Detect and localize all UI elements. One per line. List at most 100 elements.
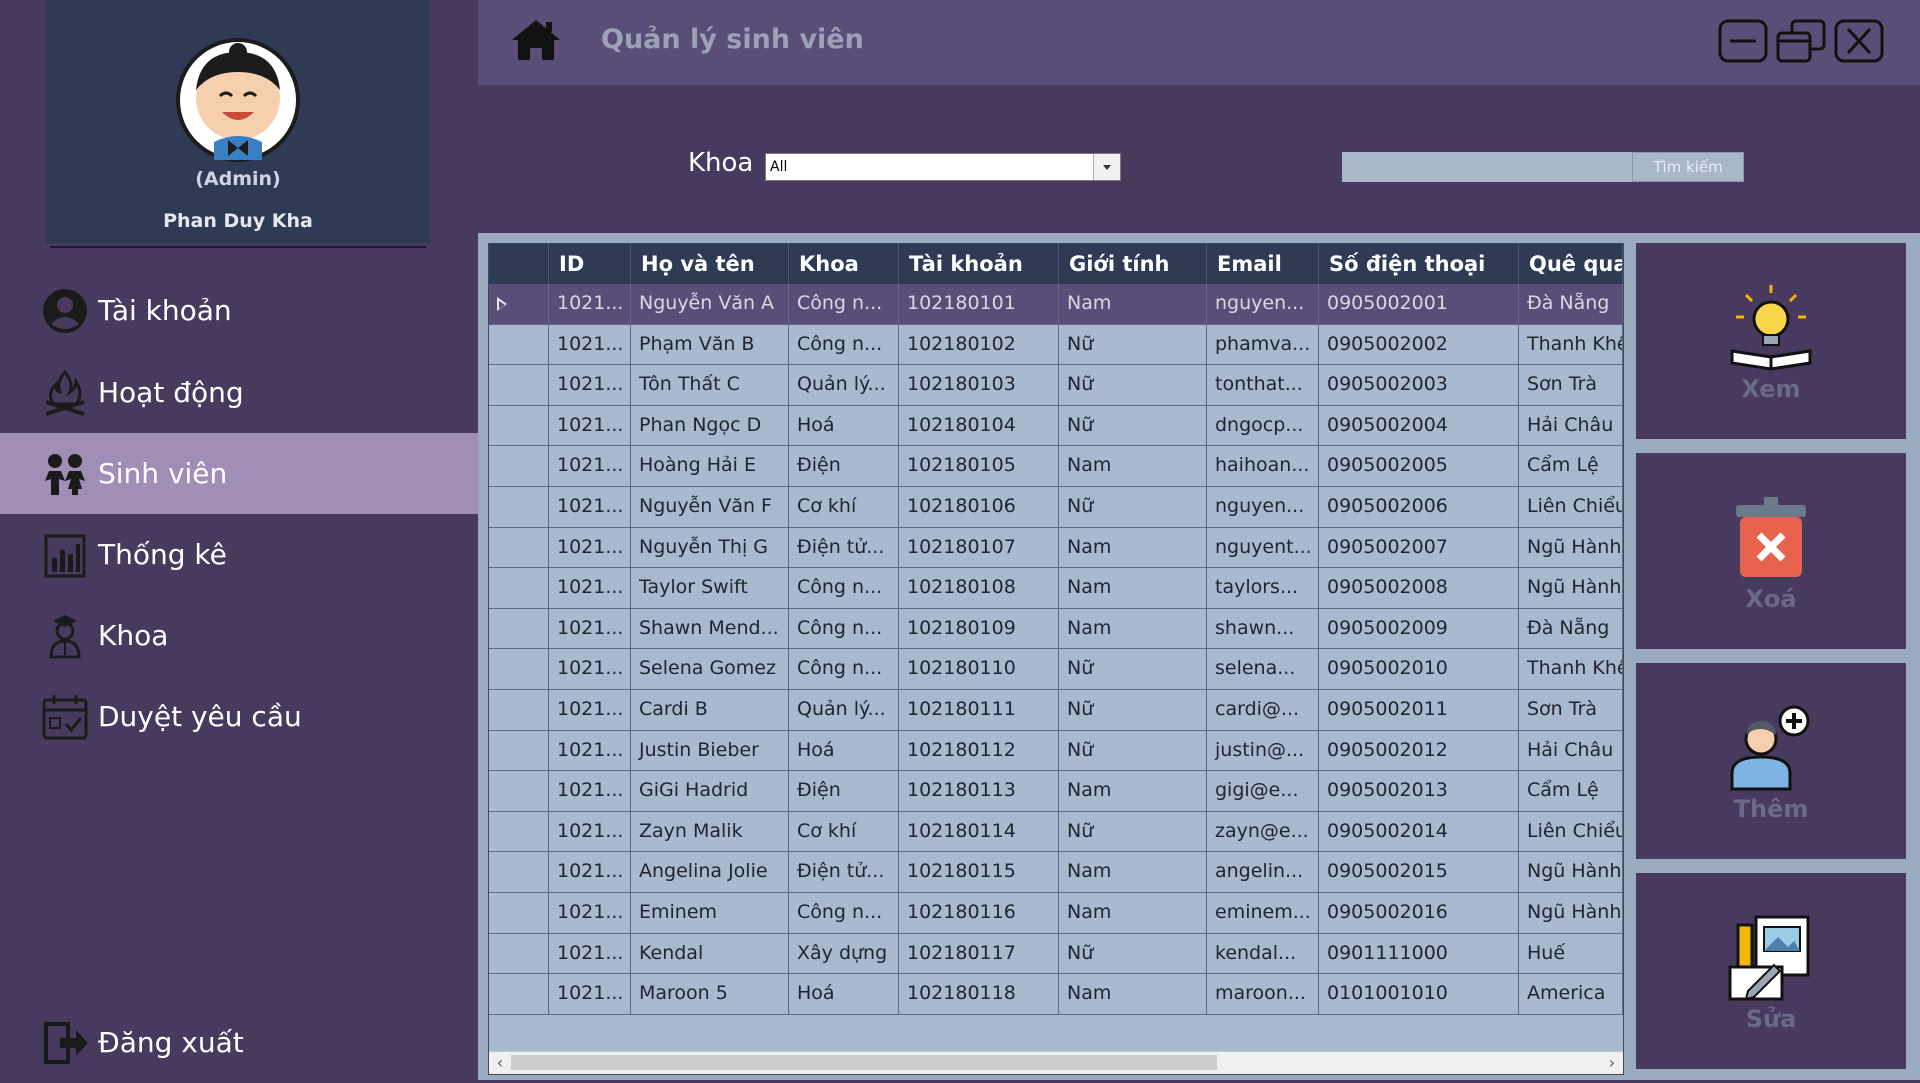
- table-cell[interactable]: Phan Ngọc D: [631, 405, 789, 446]
- row-header[interactable]: [489, 446, 549, 486]
- table-row[interactable]: 1021... Maroon 5 Hoá 102180118 Nam maroon... 0…: [489, 974, 1623, 1015]
- sidebar-item-duyet-yeu-cau[interactable]: Duyệt yêu cầu: [0, 676, 478, 757]
- row-header[interactable]: [489, 892, 549, 933]
- table-cell[interactable]: Cơ khí: [789, 486, 899, 527]
- table-row[interactable]: 1021... Angelina Jolie Điện tử... 102180115…: [489, 852, 1623, 893]
- table-cell[interactable]: phamva...: [1207, 324, 1319, 365]
- table-cell[interactable]: Quản lý...: [789, 365, 899, 405]
- table-row[interactable]: 1021... Kendal Xây dựng 102180117 Nữ kendal..…: [489, 933, 1623, 975]
- table-cell[interactable]: 1021...: [549, 608, 631, 649]
- table-cell[interactable]: 0905002014: [1319, 811, 1519, 852]
- row-header[interactable]: [489, 933, 549, 974]
- column-header[interactable]: Tài khoản: [899, 244, 1059, 284]
- table-cell[interactable]: 102180107: [899, 527, 1059, 568]
- table-row[interactable]: 1021... Zayn Malik Cơ khí 102180114 Nữ zayn@e…: [489, 811, 1623, 853]
- column-header[interactable]: Giới tính: [1059, 244, 1207, 284]
- table-cell[interactable]: nguyen...: [1207, 486, 1319, 527]
- table-cell[interactable]: 102180105: [899, 446, 1059, 486]
- search-input[interactable]: [1342, 152, 1632, 182]
- table-row[interactable]: 1021... Hoàng Hải E Điện 102180105 Nam haihoa…: [489, 446, 1623, 487]
- table-cell[interactable]: 0905002001: [1319, 284, 1519, 324]
- table-cell[interactable]: Maroon 5: [631, 974, 789, 1014]
- table-cell[interactable]: Công n...: [789, 284, 899, 324]
- table-cell[interactable]: Công n...: [789, 649, 899, 689]
- table-cell[interactable]: 1021...: [549, 811, 631, 852]
- row-header[interactable]: [489, 324, 549, 365]
- table-cell[interactable]: Nam: [1059, 284, 1207, 324]
- table-cell[interactable]: Huế: [1519, 933, 1623, 974]
- table-cell[interactable]: Kendal: [631, 933, 789, 974]
- table-cell[interactable]: 1021...: [549, 892, 631, 933]
- table-cell[interactable]: 0905002007: [1319, 527, 1519, 568]
- home-icon[interactable]: [510, 18, 562, 62]
- table-cell[interactable]: 1021...: [549, 446, 631, 486]
- table-cell[interactable]: 102180118: [899, 974, 1059, 1014]
- table-row[interactable]: 1021... Phan Ngọc D Hoá 102180104 Nữ dngocp..…: [489, 405, 1623, 447]
- table-cell[interactable]: 102180108: [899, 568, 1059, 608]
- horizontal-scrollbar[interactable]: ‹ ›: [489, 1051, 1623, 1074]
- row-header[interactable]: [489, 568, 549, 608]
- table-cell[interactable]: 1021...: [549, 730, 631, 771]
- table-cell[interactable]: Hải Châu: [1519, 730, 1623, 771]
- table-cell[interactable]: 102180112: [899, 730, 1059, 771]
- table-cell[interactable]: Hoá: [789, 974, 899, 1014]
- table-cell[interactable]: 1021...: [549, 771, 631, 811]
- table-cell[interactable]: eminem...: [1207, 892, 1319, 933]
- table-cell[interactable]: Eminem: [631, 892, 789, 933]
- sidebar-item-khoa[interactable]: Khoa: [0, 595, 478, 676]
- scroll-right-icon[interactable]: ›: [1601, 1052, 1623, 1074]
- table-cell[interactable]: Ngũ Hành: [1519, 527, 1623, 568]
- table-cell[interactable]: 0905002012: [1319, 730, 1519, 771]
- table-cell[interactable]: 102180111: [899, 689, 1059, 730]
- sidebar-item-thong-ke[interactable]: Thống kê: [0, 514, 478, 595]
- table-cell[interactable]: maroon...: [1207, 974, 1319, 1014]
- table-row[interactable]: 1021... Shawn Mend... Công n... 102180109 Na…: [489, 608, 1623, 650]
- table-cell[interactable]: Shawn Mend...: [631, 608, 789, 649]
- table-cell[interactable]: Hải Châu: [1519, 405, 1623, 446]
- chevron-down-icon[interactable]: [1093, 154, 1120, 180]
- table-cell[interactable]: Cơ khí: [789, 811, 899, 852]
- table-cell[interactable]: 0905002003: [1319, 365, 1519, 405]
- table-cell[interactable]: 0905002013: [1319, 771, 1519, 811]
- table-cell[interactable]: Hoàng Hải E: [631, 446, 789, 486]
- table-cell[interactable]: Cẩm Lệ: [1519, 446, 1623, 486]
- column-header[interactable]: Quê qua: [1519, 244, 1623, 284]
- view-button[interactable]: Xem: [1636, 243, 1906, 439]
- sidebar-item-sinh-vien[interactable]: Sinh viên: [0, 433, 478, 514]
- add-button[interactable]: Thêm: [1636, 663, 1906, 859]
- table-cell[interactable]: 0905002015: [1319, 852, 1519, 892]
- table-cell[interactable]: 1021...: [549, 486, 631, 527]
- table-cell[interactable]: Nam: [1059, 852, 1207, 892]
- table-cell[interactable]: Taylor Swift: [631, 568, 789, 608]
- logout-button[interactable]: Đăng xuất: [0, 1002, 478, 1083]
- table-cell[interactable]: GiGi Hadrid: [631, 771, 789, 811]
- table-cell[interactable]: angelin...: [1207, 852, 1319, 892]
- close-icon[interactable]: [1834, 19, 1884, 63]
- table-cell[interactable]: cardi@...: [1207, 689, 1319, 730]
- students-table[interactable]: ID Họ và tên Khoa Tài khoản Giới tính Em…: [488, 243, 1624, 1075]
- table-cell[interactable]: Sơn Trà: [1519, 365, 1623, 405]
- table-cell[interactable]: Nữ: [1059, 933, 1207, 974]
- table-cell[interactable]: 1021...: [549, 284, 631, 324]
- table-cell[interactable]: Nữ: [1059, 324, 1207, 365]
- table-cell[interactable]: Quản lý...: [789, 689, 899, 730]
- table-row[interactable]: 1021... GiGi Hadrid Điện 102180113 Nam gigi@e…: [489, 771, 1623, 812]
- table-cell[interactable]: Nam: [1059, 608, 1207, 649]
- column-header[interactable]: Số điện thoại: [1319, 244, 1519, 284]
- table-cell[interactable]: gigi@e...: [1207, 771, 1319, 811]
- table-cell[interactable]: Nam: [1059, 892, 1207, 933]
- table-cell[interactable]: dngocp...: [1207, 405, 1319, 446]
- search-button[interactable]: Tìm kiếm: [1632, 152, 1744, 182]
- column-header[interactable]: Email: [1207, 244, 1319, 284]
- table-cell[interactable]: Selena Gomez: [631, 649, 789, 689]
- table-cell[interactable]: Nữ: [1059, 649, 1207, 689]
- table-cell[interactable]: Công n...: [789, 608, 899, 649]
- table-cell[interactable]: Nữ: [1059, 689, 1207, 730]
- table-cell[interactable]: 1021...: [549, 852, 631, 892]
- row-header[interactable]: [489, 365, 549, 405]
- table-cell[interactable]: 102180116: [899, 892, 1059, 933]
- table-cell[interactable]: Liên Chiểu: [1519, 486, 1623, 527]
- table-cell[interactable]: nguyent...: [1207, 527, 1319, 568]
- table-cell[interactable]: 0905002008: [1319, 568, 1519, 608]
- row-header[interactable]: [489, 771, 549, 811]
